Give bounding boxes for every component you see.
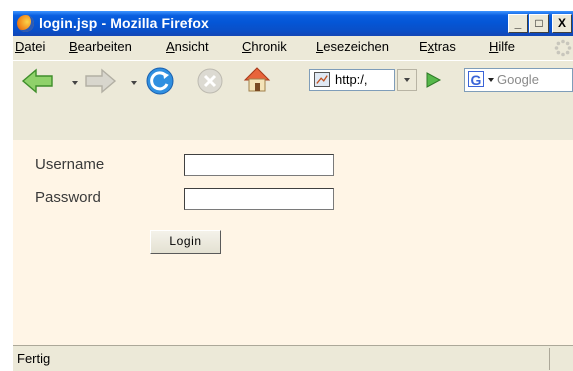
menu-ansicht[interactable]: Ansicht xyxy=(166,39,209,54)
search-input[interactable]: G Google xyxy=(464,68,573,92)
close-button[interactable]: X xyxy=(552,14,572,33)
home-icon[interactable] xyxy=(242,65,272,95)
forward-arrow-icon[interactable] xyxy=(83,67,117,95)
throbber-icon xyxy=(554,39,572,57)
url-text: http:/, xyxy=(335,72,368,87)
username-input[interactable] xyxy=(184,154,334,176)
minimize-button[interactable]: _ xyxy=(508,14,528,33)
menu-bar: Datei Bearbeiten Ansicht Chronik Lesezei… xyxy=(13,36,573,59)
menu-extras[interactable]: Extras xyxy=(419,39,456,54)
page-favicon-icon xyxy=(314,72,330,87)
search-placeholder: Google xyxy=(497,72,539,87)
menu-datei[interactable]: Datei xyxy=(15,39,45,54)
reload-icon[interactable] xyxy=(145,66,175,96)
status-text: Fertig xyxy=(17,351,51,366)
password-label: Password xyxy=(35,189,101,206)
go-button-icon[interactable] xyxy=(422,70,444,90)
status-bar: Fertig xyxy=(13,345,573,371)
menu-hilfe[interactable]: Hilfe xyxy=(489,39,515,54)
back-history-dropdown-icon[interactable] xyxy=(72,81,78,85)
stop-icon[interactable] xyxy=(196,67,224,95)
username-label: Username xyxy=(35,156,105,173)
password-input[interactable] xyxy=(184,188,334,210)
chevron-down-icon xyxy=(404,78,410,82)
google-engine-icon[interactable]: G xyxy=(468,71,484,88)
forward-history-dropdown-icon[interactable] xyxy=(131,81,137,85)
status-divider xyxy=(549,348,550,370)
menu-lesezeichen[interactable]: Lesezeichen xyxy=(316,39,389,54)
menu-bearbeiten[interactable]: Bearbeiten xyxy=(69,39,132,54)
url-bar[interactable]: http:/, xyxy=(309,69,395,91)
login-button[interactable]: Login xyxy=(150,230,221,254)
firefox-logo-icon xyxy=(17,15,34,32)
title-bar[interactable]: login.jsp - Mozilla Firefox _ □ X xyxy=(13,11,573,36)
maximize-button[interactable]: □ xyxy=(529,14,549,33)
window-title: login.jsp - Mozilla Firefox xyxy=(39,15,209,31)
menu-chronik[interactable]: Chronik xyxy=(242,39,287,54)
search-engine-dropdown-icon[interactable] xyxy=(488,78,494,82)
back-arrow-icon[interactable] xyxy=(21,67,55,95)
url-history-dropdown-button[interactable] xyxy=(397,69,417,91)
browser-window: login.jsp - Mozilla Firefox _ □ X Datei … xyxy=(13,11,573,371)
